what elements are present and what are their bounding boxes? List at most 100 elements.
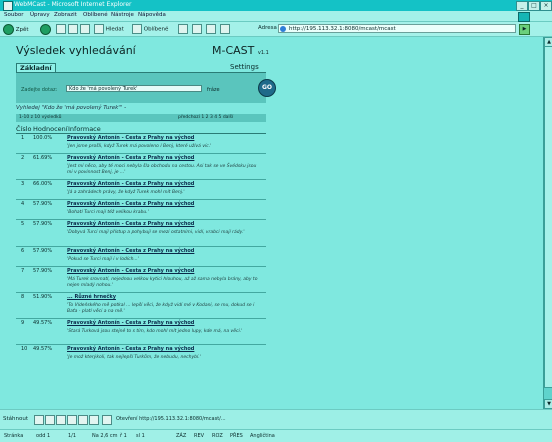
page-icon [280, 26, 286, 32]
result-number: 8 [21, 294, 25, 300]
minimize-button[interactable]: _ [516, 1, 528, 11]
search-input[interactable]: Kdo že 'má povolený Turek' [66, 85, 202, 92]
back-button[interactable]: Zpět [3, 24, 29, 35]
status-pages: 1/1 [68, 433, 77, 439]
page-links[interactable]: předchozí 1 2 3 4 5 další [178, 115, 233, 120]
go-button[interactable]: GO [258, 79, 276, 97]
result-link[interactable]: Pravovský Antonín - Cesta z Prahy na výc… [67, 320, 194, 326]
result-number: 1 [21, 135, 25, 141]
address-bar[interactable]: http://195.113.32.1:8080/mcast/mcast [278, 24, 516, 33]
result-row: 1 100.0% Pravovský Antonín - Cesta z Pra… [16, 134, 266, 154]
address-go-button[interactable]: ▶ [519, 24, 530, 35]
scroll-down-button[interactable]: ▼ [544, 399, 552, 409]
result-number: 5 [21, 221, 25, 227]
menu-favorites[interactable]: Oblíbené [83, 12, 108, 18]
result-snippet: 'Bohatí Turci mají též velikou krabu.' [67, 210, 149, 215]
ie-icon [3, 1, 13, 11]
result-score: 57.90% [33, 248, 53, 254]
result-link[interactable]: Pravovský Antonín - Cesta z Prahy na výc… [67, 181, 194, 187]
scroll-thumb[interactable] [544, 46, 552, 388]
status-section: odd 1 [36, 433, 51, 439]
page-title: Výsledek vyhledávání [16, 44, 136, 57]
forward-button[interactable] [40, 24, 51, 35]
status-ovr: PŘES [230, 433, 243, 439]
result-score: 61.69% [33, 155, 53, 161]
result-snippet: 'Jen jsme prošli, když Turek má povoleno… [67, 144, 212, 149]
status-line: ř 1 [120, 433, 127, 439]
result-row: 8 51.90% ... Různé hrnečky 'To Vídeňskéh… [16, 293, 266, 319]
taskbar-icon[interactable] [89, 415, 99, 425]
history-button[interactable] [178, 24, 188, 34]
menu-help[interactable]: Nápověda [138, 12, 166, 18]
status-globe-icon [102, 415, 112, 425]
edit-icon [220, 24, 230, 34]
search-panel: Zadejte dotaz: Kdo že 'má povolený Turek… [16, 73, 276, 103]
result-row: 5 57.90% Pravovský Antonín - Cesta z Pra… [16, 220, 266, 247]
menu-view[interactable]: Zobrazit [54, 12, 77, 18]
taskbar: Stáhnout Otevření http://195.113.32.1:80… [0, 409, 552, 430]
vertical-scrollbar[interactable]: ▲ ▼ [543, 37, 552, 409]
search-icon [94, 24, 104, 34]
stop-icon [56, 24, 66, 34]
result-row: 2 61.69% Pravovský Antonín - Cesta z Pra… [16, 154, 266, 180]
col-score-header: Hodnocení [33, 125, 68, 133]
result-link[interactable]: Pravovský Antonín - Cesta z Prahy na výc… [67, 135, 194, 141]
result-score: 100.0% [33, 135, 53, 141]
back-arrow-icon [3, 24, 14, 35]
result-score: 57.90% [33, 221, 53, 227]
history-icon [178, 24, 188, 34]
menu-edit[interactable]: Úpravy [30, 12, 50, 18]
result-link[interactable]: Pravovský Antonín - Cesta z Prahy na výc… [67, 268, 194, 274]
taskbar-icon[interactable] [56, 415, 66, 425]
search-label: Zadejte dotaz: [21, 87, 58, 93]
result-link[interactable]: Pravovský Antonín - Cesta z Prahy na výc… [67, 346, 194, 352]
menu-tools[interactable]: Nástroje [111, 12, 134, 18]
taskbar-icon[interactable] [78, 415, 88, 425]
status-rec: ZÁZ [176, 433, 187, 439]
result-link[interactable]: Pravovský Antonín - Cesta z Prahy na výc… [67, 155, 194, 161]
close-button[interactable]: × [540, 1, 552, 11]
edit-button[interactable] [220, 24, 230, 34]
favorites-button[interactable]: Oblíbené [132, 24, 168, 34]
result-score: 57.90% [33, 201, 53, 207]
result-link[interactable]: Pravovský Antonín - Cesta z Prahy na výc… [67, 221, 194, 227]
menu-file[interactable]: Soubor [4, 12, 23, 18]
col-number-header: Číslo [16, 125, 32, 133]
windows-logo-icon [518, 12, 530, 22]
home-button[interactable] [80, 24, 90, 34]
result-number: 10 [21, 346, 28, 352]
search-type[interactable]: fráze [207, 87, 220, 93]
stop-button[interactable] [56, 24, 66, 34]
taskbar-icon[interactable] [34, 415, 44, 425]
maximize-button[interactable]: □ [528, 1, 540, 11]
result-number: 3 [21, 181, 25, 187]
refresh-button[interactable] [68, 24, 78, 34]
result-row: 9 49.57% Pravovský Antonín - Cesta z Pra… [16, 319, 266, 345]
status-bar: Stránka odd 1 1/1 Na 2,6 cm ř 1 sl 1 ZÁZ… [0, 429, 552, 442]
mail-button[interactable] [192, 24, 202, 34]
result-score: 49.57% [33, 320, 53, 326]
query-echo: Vyhledej "Kdo že 'má povolený Turek'" - [16, 105, 127, 111]
status-message: Otevření http://195.113.32.1:8080/mcast/… [116, 416, 226, 422]
result-link[interactable]: Pravovský Antonín - Cesta z Prahy na výc… [67, 201, 194, 207]
result-snippet: 'Pokud se Turci mají i v lodích...' [67, 257, 139, 262]
tab-settings[interactable]: Settings [230, 63, 259, 71]
title-bar: WebMCast - Microsoft Internet Explorer _… [0, 0, 552, 11]
result-link[interactable]: ... Různé hrnečky [67, 294, 116, 300]
taskbar-icon[interactable] [67, 415, 77, 425]
result-count: 1-10 z 10 výsledků [19, 115, 62, 120]
result-number: 6 [21, 248, 25, 254]
result-link[interactable]: Pravovský Antonín - Cesta z Prahy na výc… [67, 248, 194, 254]
home-icon [80, 24, 90, 34]
result-score: 57.90% [33, 268, 53, 274]
mail-icon [192, 24, 202, 34]
result-score: 49.57% [33, 346, 53, 352]
result-row: 7 57.90% Pravovský Antonín - Cesta z Pra… [16, 267, 266, 293]
print-button[interactable] [206, 24, 216, 34]
search-button[interactable]: Hledat [94, 24, 124, 34]
result-row: 3 66.00% Pravovský Antonín - Cesta z Pra… [16, 180, 266, 200]
result-snippet: 'Stará Turková jsou stejné to s tím, kdo… [67, 329, 243, 334]
result-score: 66.00% [33, 181, 53, 187]
taskbar-icon[interactable] [45, 415, 55, 425]
status-page: Stránka [4, 433, 24, 439]
